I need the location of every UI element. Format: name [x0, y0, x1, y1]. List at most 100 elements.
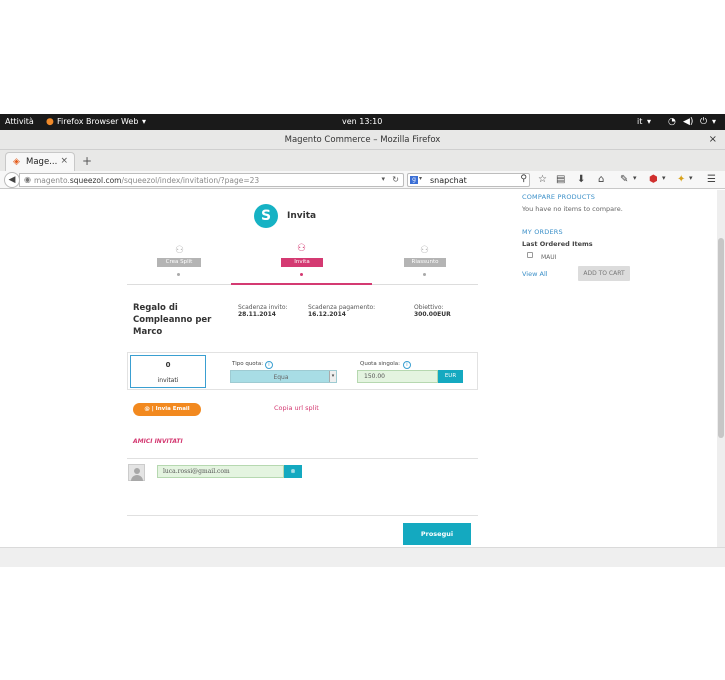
- tipo-quota-select[interactable]: Equa ▾: [230, 370, 337, 383]
- system-top-bar: Attività ● Firefox Browser Web ▾ ven 13:…: [0, 114, 725, 130]
- extension-icon[interactable]: ✦: [677, 174, 685, 185]
- page-title: Invita: [287, 211, 317, 221]
- invited-counter: 0 invitati: [130, 355, 206, 388]
- remove-friend-icon[interactable]: ⊗: [284, 465, 302, 478]
- summary-icon: ⚇: [420, 245, 429, 256]
- window-bottom-edge: [0, 547, 725, 567]
- compare-products-text: You have no items to compare.: [522, 205, 623, 213]
- new-tab-icon[interactable]: +: [82, 154, 92, 168]
- url-text[interactable]: magento.squeezol.com/squeezol/index/invi…: [34, 176, 259, 185]
- url-dropdown-icon[interactable]: ▾: [381, 175, 385, 183]
- app-menu-arrow-icon[interactable]: ▾: [142, 117, 146, 126]
- view-all-link[interactable]: View All: [522, 270, 548, 278]
- avatar: [128, 464, 145, 481]
- chevron-down-icon[interactable]: ▾: [329, 371, 336, 382]
- tab-strip: ◈ Mage... × +: [0, 150, 725, 171]
- search-input[interactable]: snapchat: [430, 176, 467, 185]
- invited-label: invitati: [157, 377, 179, 384]
- window-title: Magento Commerce – Mozilla Firefox: [284, 135, 441, 145]
- step-invita: Invita: [281, 258, 323, 267]
- url-path: /squeezol/index/invitation/?page=23: [121, 176, 260, 185]
- order-item-checkbox[interactable]: [527, 252, 533, 258]
- squeezol-logo: S: [254, 204, 278, 228]
- activities-button[interactable]: Attività: [5, 117, 34, 126]
- language-arrow-icon[interactable]: ▾: [647, 117, 651, 126]
- screen: Attività ● Firefox Browser Web ▾ ven 13:…: [0, 0, 725, 680]
- search-icon[interactable]: ⚲: [520, 174, 527, 184]
- compare-products-title: COMPARE PRODUCTS: [522, 193, 596, 201]
- prosegui-button[interactable]: Prosegui: [403, 523, 471, 545]
- tab-label: Mage...: [26, 157, 58, 167]
- menu-icon[interactable]: ☰: [707, 174, 716, 185]
- create-split-icon: ⚇: [175, 245, 184, 256]
- power-arrow-icon[interactable]: ▾: [712, 117, 716, 126]
- navigation-bar: ◉ magento.squeezol.com/squeezol/index/in…: [0, 171, 725, 189]
- app-menu[interactable]: Firefox Browser Web: [57, 117, 138, 126]
- tab-close-icon[interactable]: ×: [60, 156, 68, 166]
- progress-active-segment: [231, 283, 372, 285]
- divider: [127, 515, 478, 516]
- url-prefix: magento.: [34, 176, 70, 185]
- url-domain: squeezol.com: [69, 176, 122, 185]
- language-indicator[interactable]: it: [637, 117, 642, 126]
- power-icon[interactable]: ⏻: [700, 117, 707, 127]
- obiettivo-value: 300.00EUR: [414, 311, 451, 318]
- scadenza-invito-value: 28.11.2014: [238, 311, 276, 318]
- scadenza-pagamento-value: 16.12.2014: [308, 311, 346, 318]
- divider: [127, 458, 478, 459]
- tipo-quota-label: Tipo quota:: [232, 361, 264, 367]
- add-to-cart-button[interactable]: ADD TO CART: [578, 266, 630, 281]
- volume-icon[interactable]: ◀): [683, 117, 693, 127]
- invia-email-button[interactable]: @ | Invia Email: [133, 403, 201, 416]
- currency-button[interactable]: EUR: [438, 370, 463, 383]
- globe-icon: ◉: [24, 175, 31, 184]
- clock[interactable]: ven 13:10: [342, 117, 382, 126]
- tools-icon[interactable]: ✎: [620, 174, 628, 185]
- quota-singola-input[interactable]: 150.00: [357, 370, 438, 383]
- step-riassunto: Riassunto: [404, 258, 446, 267]
- adblock-icon[interactable]: ⬢: [649, 174, 658, 185]
- home-icon[interactable]: ⌂: [598, 174, 604, 185]
- page-content: COMPARE PRODUCTS You have no items to co…: [0, 190, 725, 547]
- my-orders-title: MY ORDERS: [522, 228, 563, 236]
- adblock-arrow-icon[interactable]: ▾: [662, 174, 666, 182]
- page-scrollbar[interactable]: [717, 190, 725, 547]
- invited-count: 0: [165, 361, 171, 369]
- url-bar[interactable]: ◉ magento.squeezol.com/squeezol/index/in…: [19, 173, 404, 187]
- magento-icon: ◈: [13, 157, 20, 167]
- avatar-body: [131, 475, 143, 481]
- firefox-icon: ●: [46, 117, 54, 127]
- tab-magento[interactable]: ◈ Mage... ×: [5, 152, 75, 171]
- step-dot: [423, 273, 426, 276]
- wifi-icon[interactable]: ◔: [668, 117, 676, 127]
- order-item-name[interactable]: MAUI: [541, 254, 556, 261]
- back-button[interactable]: ◀: [4, 172, 20, 188]
- copia-url-link[interactable]: Copia url split: [274, 404, 319, 412]
- bookmark-star-icon[interactable]: ☆: [538, 174, 547, 185]
- downloads-icon[interactable]: ⬇: [577, 174, 585, 185]
- bookmarks-menu-icon[interactable]: ▤: [556, 174, 565, 185]
- scadenza-pagamento-label: Scadenza pagamento:: [308, 304, 376, 311]
- search-engine-dropdown-icon[interactable]: ▾: [419, 175, 422, 182]
- google-icon[interactable]: g: [410, 176, 418, 184]
- scadenza-invito-label: Scadenza invito:: [238, 304, 288, 311]
- obiettivo-label: Obiettivo:: [414, 304, 444, 311]
- step-crea-split: Crea Split: [157, 258, 201, 267]
- info-icon[interactable]: i: [265, 361, 273, 369]
- friend-email-field[interactable]: luca.rossi@gmail.com: [157, 465, 284, 478]
- search-bar[interactable]: g ▾ snapchat ⚲: [407, 173, 530, 187]
- last-ordered-title: Last Ordered Items: [522, 240, 593, 248]
- window-close-icon[interactable]: ×: [709, 134, 717, 145]
- scrollbar-thumb[interactable]: [718, 238, 724, 438]
- window-title-bar: Magento Commerce – Mozilla Firefox ×: [0, 130, 725, 150]
- step-dot-active: [300, 273, 303, 276]
- event-title: Regalo di Compleanno per Marco: [133, 303, 212, 337]
- tools-arrow-icon[interactable]: ▾: [633, 174, 637, 182]
- reload-icon[interactable]: ↻: [392, 175, 399, 184]
- avatar-head: [134, 468, 140, 474]
- info-icon[interactable]: i: [403, 361, 411, 369]
- invite-icon: ⚇: [297, 243, 306, 254]
- step-dot: [177, 273, 180, 276]
- extension-arrow-icon[interactable]: ▾: [689, 174, 693, 182]
- tipo-quota-value: Equa: [273, 374, 289, 381]
